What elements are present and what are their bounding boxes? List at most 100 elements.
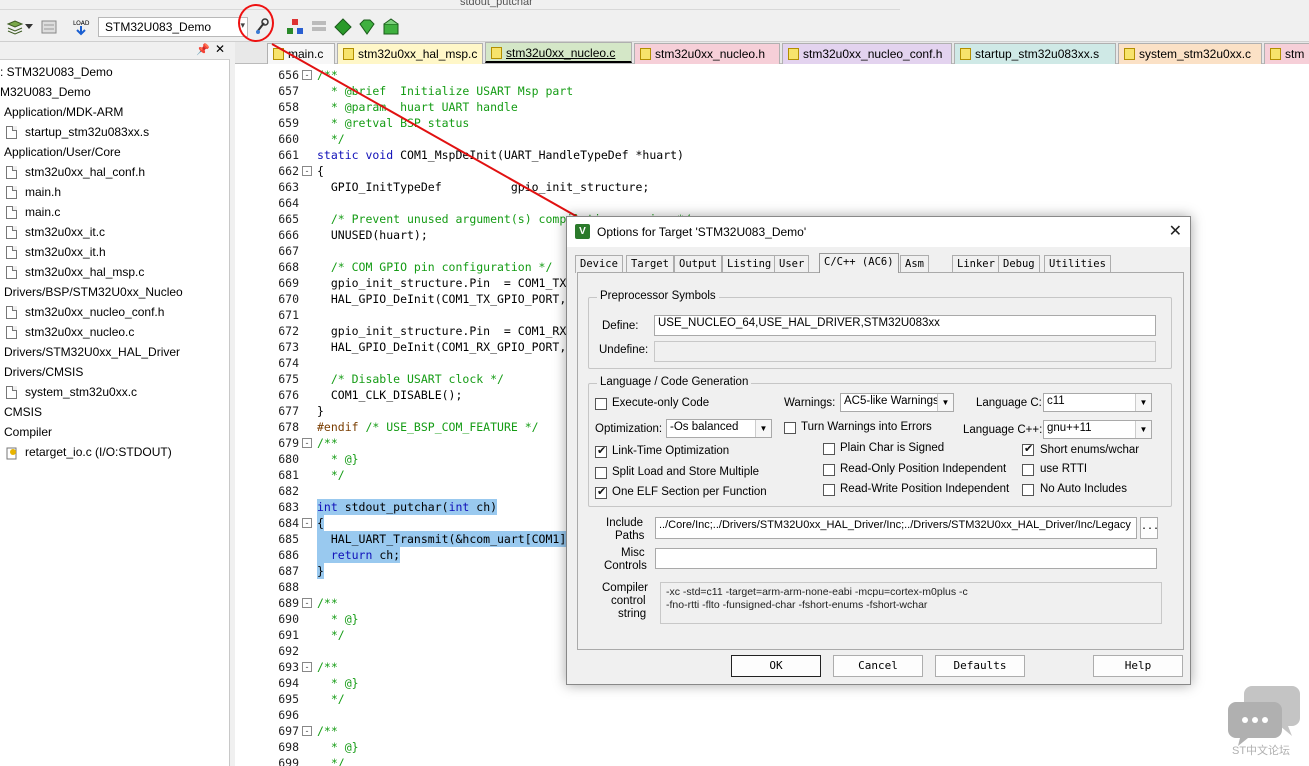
fold-toggle[interactable]: - (302, 70, 312, 80)
language-cpp-label: Language C++: (963, 424, 1043, 436)
tree-group-item[interactable]: Application/MDK-ARM (4, 102, 123, 122)
fold-toggle[interactable]: - (302, 518, 312, 528)
plain-char-checkbox[interactable] (823, 443, 835, 455)
tree-file-item[interactable]: stm32u0xx_it.h (6, 242, 106, 262)
pack-installer-icon[interactable] (308, 16, 330, 38)
tree-group-item[interactable]: Drivers/BSP/STM32U0xx_Nucleo (4, 282, 183, 302)
editor-tab[interactable]: stm32u0xx_nucleo_conf.h (782, 43, 952, 64)
tree-group-item[interactable]: Compiler (4, 422, 52, 442)
ok-button[interactable]: OK (731, 655, 821, 677)
define-field[interactable]: USE_NUCLEO_64,USE_HAL_DRIVER,STM32U083xx (654, 315, 1156, 336)
rtti-checkbox[interactable] (1022, 464, 1034, 476)
tree-item-label: stm32u0xx_it.c (25, 225, 106, 239)
dialog-title-bar: V Options for Target 'STM32U083_Demo' ✕ (567, 217, 1190, 247)
stack-icon[interactable] (4, 16, 26, 38)
editor-tab[interactable]: stm (1264, 43, 1309, 64)
one-elf-checkbox[interactable] (595, 485, 607, 499)
dialog-tab[interactable]: User (774, 255, 810, 273)
tree-group-item[interactable]: Application/User/Core (4, 142, 121, 162)
dialog-tab[interactable]: Asm (900, 255, 929, 273)
chevron-down-icon: ▼ (1135, 421, 1151, 438)
warnings-combo[interactable]: AC5-like Warnings ▼ (840, 393, 954, 412)
options-dialog: V Options for Target 'STM32U083_Demo' ✕ … (566, 216, 1191, 685)
green-diamond-icon[interactable] (332, 16, 354, 38)
cpp-tab-panel: Preprocessor Symbols Define: USE_NUCLEO_… (577, 272, 1184, 650)
dropdown-arrow-icon[interactable] (24, 16, 34, 38)
language-c-combo[interactable]: c11 ▼ (1043, 393, 1152, 412)
line-number: 694 (278, 676, 299, 690)
fold-toggle[interactable]: - (302, 726, 312, 736)
tree-file-item[interactable]: stm32u0xx_nucleo_conf.h (6, 302, 164, 322)
execute-only-checkbox[interactable] (595, 398, 607, 410)
line-number: 669 (278, 276, 299, 290)
dialog-tab[interactable]: Debug (998, 255, 1040, 273)
tree-file-item[interactable]: main.c (6, 202, 60, 222)
cancel-button[interactable]: Cancel (833, 655, 923, 677)
editor-tab[interactable]: stm32u0xx_nucleo.h (634, 43, 780, 64)
dialog-tab[interactable]: Target (626, 255, 674, 273)
tree-file-item[interactable]: stm32u0xx_it.c (6, 222, 105, 242)
dialog-tab[interactable]: Listing (722, 255, 777, 273)
dialog-tab[interactable]: C/C++ (AC6) (819, 253, 899, 273)
tree-group-item[interactable]: M32U083_Demo (0, 82, 91, 102)
line-number: 687 (278, 564, 299, 578)
dialog-tab[interactable]: Utilities (1044, 255, 1111, 273)
tree-file-item[interactable]: stm32u0xx_hal_conf.h (6, 162, 145, 182)
tree-file-item[interactable]: retarget_io.c (I/O:STDOUT) (6, 442, 172, 462)
tree-file-item[interactable]: main.h (6, 182, 61, 202)
load-download-icon[interactable]: LOAD (70, 16, 92, 38)
chevron-down-icon: ▼ (1135, 394, 1151, 411)
lto-checkbox[interactable] (595, 444, 607, 458)
defaults-button[interactable]: Defaults (935, 655, 1025, 677)
batch-build-icon[interactable] (38, 16, 60, 38)
short-enums-checkbox[interactable] (1022, 442, 1034, 456)
tree-item-label: Application/User/Core (4, 145, 121, 159)
tree-file-item[interactable]: stm32u0xx_hal_msp.c (6, 262, 144, 282)
split-load-checkbox[interactable] (595, 467, 607, 479)
code-line: int stdout_putchar(int ch) (317, 499, 498, 515)
fold-toggle[interactable]: - (302, 662, 312, 672)
dialog-tab[interactable]: Linker (952, 255, 1000, 273)
code-token: /** (317, 436, 338, 450)
browse-button[interactable]: ... (1140, 517, 1159, 539)
include-paths-field[interactable]: ../Core/Inc;../Drivers/STM32U0xx_HAL_Dri… (655, 517, 1137, 539)
ropi-checkbox[interactable] (823, 464, 835, 476)
line-number: 695 (278, 692, 299, 706)
green-box-icon[interactable] (380, 16, 402, 38)
tree-file-item[interactable]: system_stm32u0xx.c (6, 382, 137, 402)
editor-tab[interactable]: main.c (267, 43, 335, 64)
tree-file-item[interactable]: stm32u0xx_nucleo.c (6, 322, 134, 342)
editor-tab[interactable]: stm32u0xx_nucleo.c (485, 42, 632, 63)
tree-group-item[interactable]: Drivers/CMSIS (4, 362, 83, 382)
misc-controls-field[interactable] (655, 548, 1157, 569)
manage-components-icon[interactable] (284, 16, 306, 38)
editor-tab[interactable]: startup_stm32u083xx.s (954, 43, 1116, 64)
turn-warnings-label: Turn Warnings into Errors (801, 421, 932, 433)
language-cpp-combo[interactable]: gnu++11 ▼ (1043, 420, 1152, 439)
pin-icon[interactable]: 📌 (196, 43, 210, 56)
help-button[interactable]: Help (1093, 655, 1183, 677)
function-combo[interactable]: stdout_putchar (460, 0, 533, 8)
fold-toggle[interactable]: - (302, 598, 312, 608)
close-icon[interactable]: ✕ (1169, 221, 1182, 241)
turn-warnings-checkbox[interactable] (784, 422, 796, 434)
undefine-field[interactable] (654, 341, 1156, 362)
editor-tab[interactable]: stm32u0xx_hal_msp.c (337, 43, 483, 64)
no-auto-includes-checkbox[interactable] (1022, 484, 1034, 496)
tree-file-item[interactable]: startup_stm32u083xx.s (6, 122, 149, 142)
editor-tab[interactable]: system_stm32u0xx.c (1118, 43, 1262, 64)
editor-tab-label: stm (1285, 47, 1305, 61)
code-token: * @} (317, 452, 359, 466)
optimization-combo[interactable]: -Os balanced ▼ (666, 419, 772, 438)
dialog-tab[interactable]: Output (674, 255, 722, 273)
tree-group-item[interactable]: : STM32U083_Demo (0, 62, 113, 82)
fold-toggle[interactable]: - (302, 166, 312, 176)
dialog-tab[interactable]: Device (575, 255, 623, 273)
target-select[interactable]: STM32U083_Demo ▾ (98, 17, 248, 37)
rwpi-checkbox[interactable] (823, 484, 835, 496)
green-gem-icon[interactable] (356, 16, 378, 38)
tree-group-item[interactable]: Drivers/STM32U0xx_HAL_Driver (4, 342, 180, 362)
close-icon[interactable]: ✕ (215, 42, 225, 56)
fold-toggle[interactable]: - (302, 438, 312, 448)
tree-group-item[interactable]: CMSIS (4, 402, 42, 422)
